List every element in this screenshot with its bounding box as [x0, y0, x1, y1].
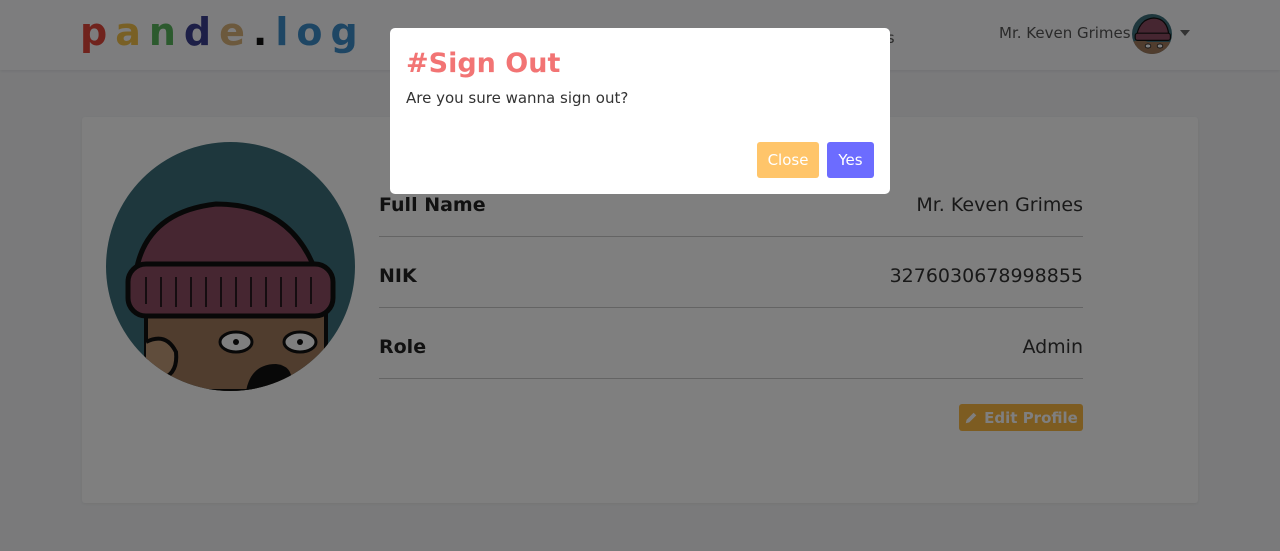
yes-button[interactable]: Yes	[827, 142, 874, 178]
modal-message: Are you sure wanna sign out?	[406, 89, 629, 107]
sign-out-modal: #Sign Out Are you sure wanna sign out? C…	[390, 28, 890, 194]
close-button[interactable]: Close	[757, 142, 819, 178]
modal-title: #Sign Out	[406, 48, 561, 79]
